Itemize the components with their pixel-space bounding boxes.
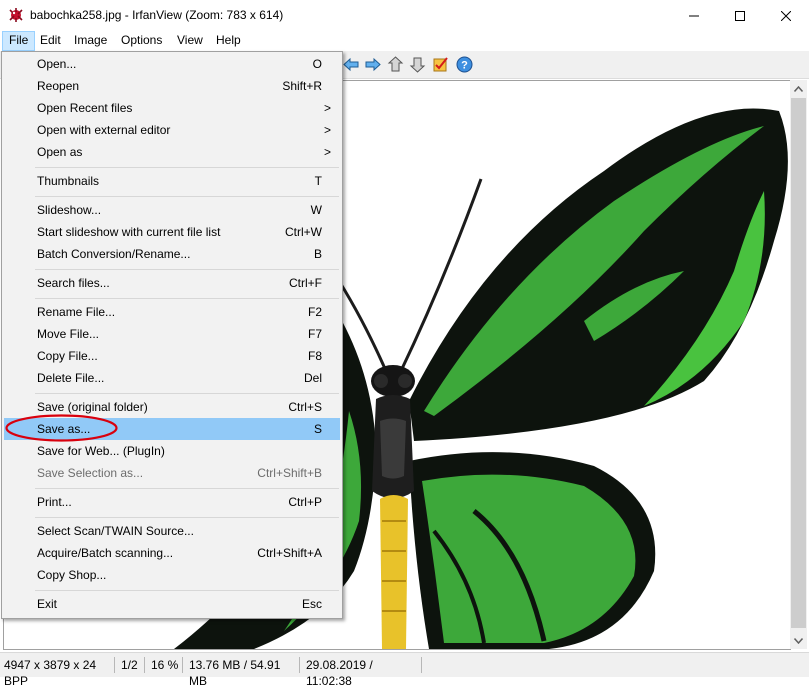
status-bar: 4947 x 3879 x 24 BPP 1/2 16 % 13.76 MB /…: [0, 652, 809, 688]
arrow-right-icon[interactable]: [364, 56, 381, 73]
file-menu-dropdown: Open... O Reopen Shift+R Open Recent fil…: [1, 51, 343, 619]
maximize-button[interactable]: [717, 0, 763, 31]
menu-item-exit[interactable]: Exit Esc: [4, 593, 340, 615]
menu-item-batch-conversion[interactable]: Batch Conversion/Rename... B: [4, 243, 340, 265]
menu-separator: [35, 167, 339, 168]
menu-view[interactable]: View: [171, 31, 209, 51]
menu-file[interactable]: File: [2, 31, 36, 51]
checkbox-icon[interactable]: [432, 56, 449, 73]
menu-help[interactable]: Help: [210, 31, 247, 51]
vertical-scrollbar[interactable]: [790, 80, 807, 649]
close-icon: [781, 10, 791, 21]
minimize-button[interactable]: [671, 0, 717, 31]
menu-item-move-file[interactable]: Move File... F7: [4, 323, 340, 345]
submenu-arrow-icon: >: [323, 101, 331, 115]
menu-separator: [35, 298, 339, 299]
menu-separator: [35, 393, 339, 394]
arrow-left-icon[interactable]: [343, 56, 360, 73]
menu-item-delete-file[interactable]: Delete File... Del: [4, 367, 340, 389]
highlight-ellipse-annotation: [5, 414, 118, 442]
chevron-up-icon: [794, 85, 803, 92]
minimize-icon: [689, 15, 699, 16]
menu-item-open[interactable]: Open... O: [4, 53, 340, 75]
menu-item-open-external-editor[interactable]: Open with external editor >: [4, 119, 340, 141]
menu-options[interactable]: Options: [115, 31, 168, 51]
help-icon[interactable]: ?: [456, 56, 473, 73]
menu-item-rename-file[interactable]: Rename File... F2: [4, 301, 340, 323]
menu-item-search-files[interactable]: Search files... Ctrl+F: [4, 272, 340, 294]
menu-separator: [35, 269, 339, 270]
window-title: babochka258.jpg - IrfanView (Zoom: 783 x…: [30, 8, 284, 22]
close-button[interactable]: [763, 0, 809, 31]
menu-separator: [35, 590, 339, 591]
menu-edit[interactable]: Edit: [34, 31, 67, 51]
menu-item-start-slideshow[interactable]: Start slideshow with current file list C…: [4, 221, 340, 243]
menu-separator: [35, 517, 339, 518]
menu-item-open-recent[interactable]: Open Recent files >: [4, 97, 340, 119]
maximize-icon: [735, 10, 745, 21]
status-dimensions: 4947 x 3879 x 24 BPP: [0, 657, 115, 688]
scroll-down-button[interactable]: [790, 632, 807, 649]
submenu-arrow-icon: >: [323, 123, 331, 137]
menu-item-copy-shop[interactable]: Copy Shop...: [4, 564, 340, 586]
menu-item-slideshow[interactable]: Slideshow... W: [4, 199, 340, 221]
status-datetime: 29.08.2019 / 11:02:38: [302, 657, 422, 688]
menu-item-save-for-web[interactable]: Save for Web... (PlugIn): [4, 440, 340, 462]
menu-image[interactable]: Image: [68, 31, 113, 51]
scroll-up-button[interactable]: [790, 80, 807, 97]
submenu-arrow-icon: >: [323, 145, 331, 159]
status-memory: 13.76 MB / 54.91 MB: [185, 657, 300, 688]
page-down-icon[interactable]: [409, 56, 426, 73]
menu-bar: File Edit Image Options View Help: [0, 31, 809, 51]
status-index: 1/2: [117, 657, 145, 673]
chevron-down-icon: [794, 637, 803, 644]
menu-item-open-as[interactable]: Open as >: [4, 141, 340, 163]
irfanview-app-icon[interactable]: [8, 7, 24, 23]
page-up-icon[interactable]: [387, 56, 404, 73]
title-bar: babochka258.jpg - IrfanView (Zoom: 783 x…: [0, 0, 809, 32]
menu-item-thumbnails[interactable]: Thumbnails T: [4, 170, 340, 192]
menu-item-reopen[interactable]: Reopen Shift+R: [4, 75, 340, 97]
status-zoom: 16 %: [147, 657, 183, 673]
menu-item-select-scan-source[interactable]: Select Scan/TWAIN Source...: [4, 520, 340, 542]
menu-separator: [35, 488, 339, 489]
menu-item-save-selection: Save Selection as... Ctrl+Shift+B: [37, 466, 322, 480]
svg-text:?: ?: [461, 60, 468, 72]
menu-separator: [35, 196, 339, 197]
menu-item-acquire-batch-scanning[interactable]: Acquire/Batch scanning... Ctrl+Shift+A: [4, 542, 340, 564]
menu-item-copy-file[interactable]: Copy File... F8: [4, 345, 340, 367]
menu-item-print[interactable]: Print... Ctrl+P: [4, 491, 340, 513]
scroll-thumb[interactable]: [791, 98, 806, 628]
